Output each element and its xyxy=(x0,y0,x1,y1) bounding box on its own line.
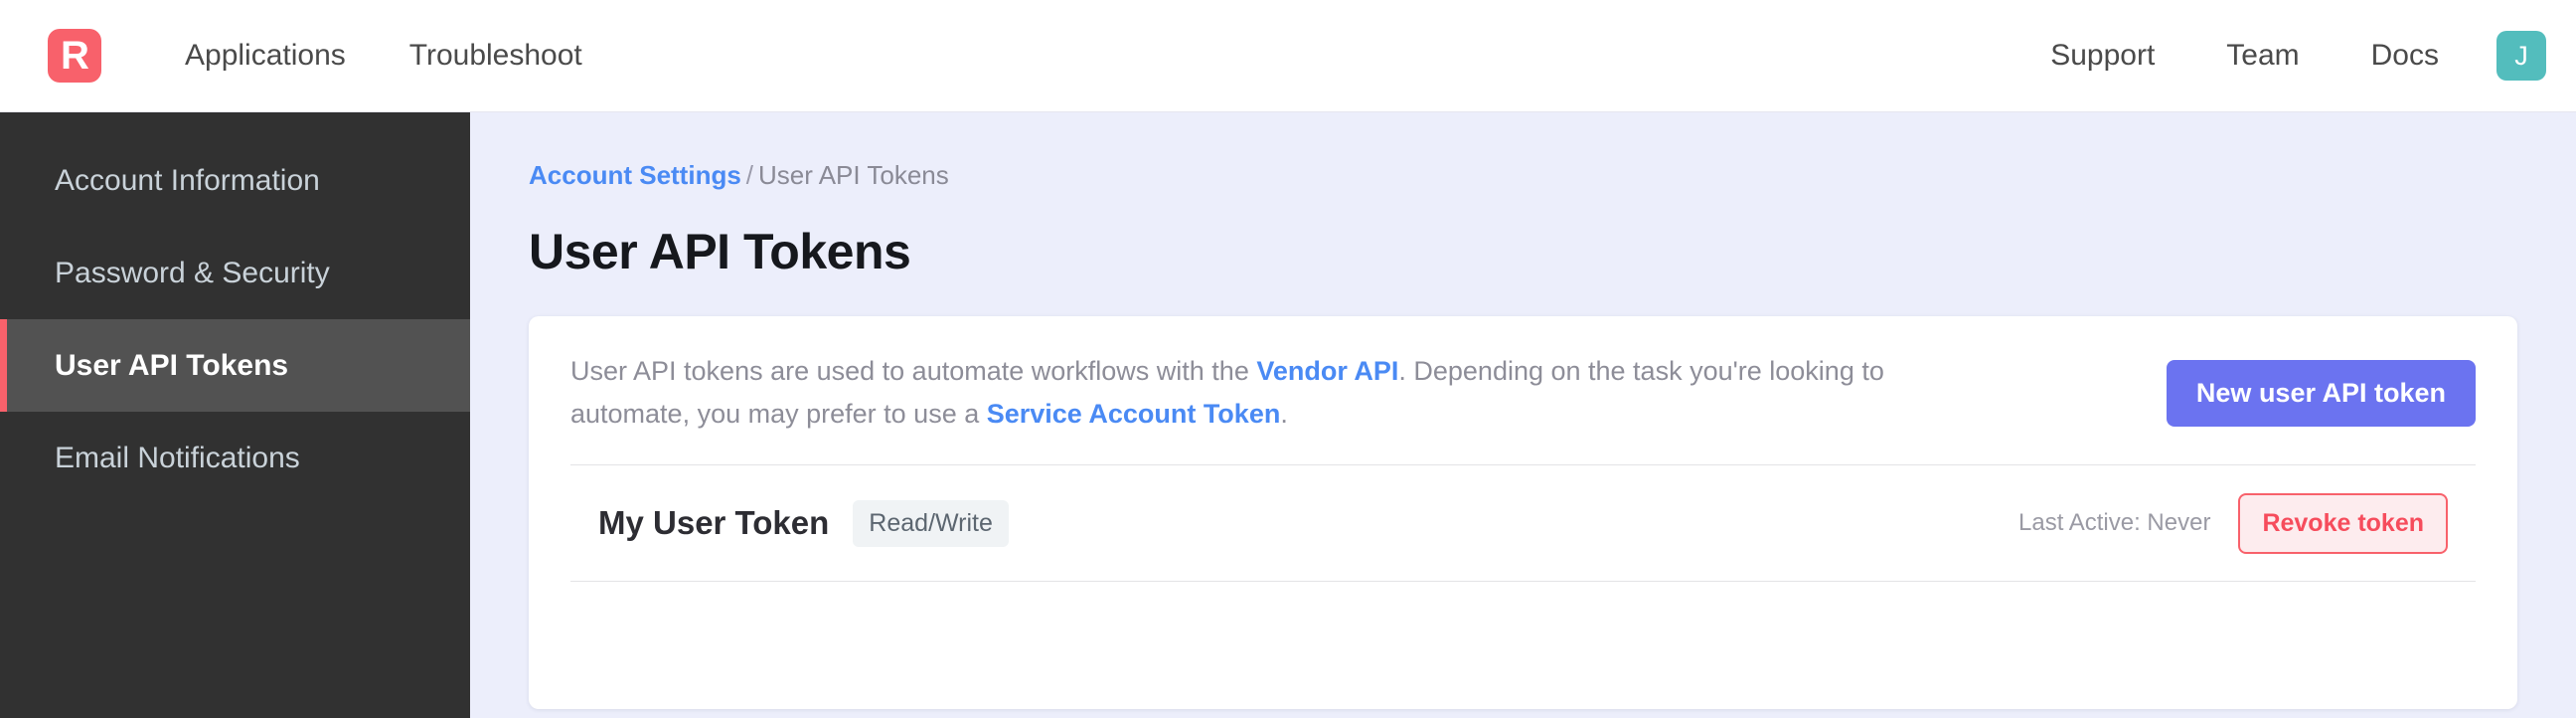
sidebar-item-label: Password & Security xyxy=(55,257,330,290)
breadcrumb-link-account-settings[interactable]: Account Settings xyxy=(529,160,741,190)
token-name: My User Token xyxy=(598,504,829,542)
sidebar-item-email-notifications[interactable]: Email Notifications xyxy=(0,412,470,504)
nav-right-group: Support Team Docs J xyxy=(2014,31,2576,81)
token-scope-badge: Read/Write xyxy=(853,500,1009,547)
breadcrumb-current: User API Tokens xyxy=(758,160,949,190)
user-api-tokens-card: User API tokens are used to automate wor… xyxy=(529,316,2517,709)
sidebar-item-label: Email Notifications xyxy=(55,442,300,475)
token-last-active: Last Active: Never xyxy=(2018,509,2210,537)
description-text-part-1: User API tokens are used to automate wor… xyxy=(570,356,1256,386)
card-description: User API tokens are used to automate wor… xyxy=(570,350,1992,435)
sidebar: Account Information Password & Security … xyxy=(0,112,470,718)
nav-link-docs[interactable]: Docs xyxy=(2335,39,2475,73)
replicated-logo-icon[interactable]: R xyxy=(48,29,101,83)
top-navigation-bar: R Applications Troubleshoot Support Team… xyxy=(0,0,2576,112)
revoke-token-button[interactable]: Revoke token xyxy=(2238,493,2448,554)
breadcrumb-separator: / xyxy=(741,160,758,190)
sidebar-item-label: User API Tokens xyxy=(55,349,288,383)
sidebar-item-account-information[interactable]: Account Information xyxy=(0,134,470,227)
breadcrumb: Account Settings/User API Tokens xyxy=(529,160,2517,191)
sidebar-item-password-security[interactable]: Password & Security xyxy=(0,227,470,319)
nav-link-applications[interactable]: Applications xyxy=(153,39,378,73)
sidebar-item-user-api-tokens[interactable]: User API Tokens xyxy=(0,319,470,412)
avatar[interactable]: J xyxy=(2496,31,2546,81)
page-title: User API Tokens xyxy=(529,223,2517,280)
description-text-part-3: . xyxy=(1280,399,1288,429)
nav-link-support[interactable]: Support xyxy=(2014,39,2190,73)
card-header-row: User API tokens are used to automate wor… xyxy=(570,316,2476,464)
table-row: My User Token Read/Write Last Active: Ne… xyxy=(570,465,2476,581)
new-user-api-token-button[interactable]: New user API token xyxy=(2167,360,2476,427)
main-content: Account Settings/User API Tokens User AP… xyxy=(470,112,2576,718)
divider-bottom xyxy=(570,581,2476,582)
nav-link-troubleshoot[interactable]: Troubleshoot xyxy=(378,39,614,73)
primary-nav-links: Applications Troubleshoot xyxy=(153,39,614,73)
service-account-token-link[interactable]: Service Account Token xyxy=(987,399,1281,429)
sidebar-item-label: Account Information xyxy=(55,164,320,198)
app-root: R Applications Troubleshoot Support Team… xyxy=(0,0,2576,718)
nav-link-team[interactable]: Team xyxy=(2190,39,2334,73)
vendor-api-link[interactable]: Vendor API xyxy=(1256,356,1398,386)
nav-left-group: R Applications Troubleshoot xyxy=(0,29,614,83)
